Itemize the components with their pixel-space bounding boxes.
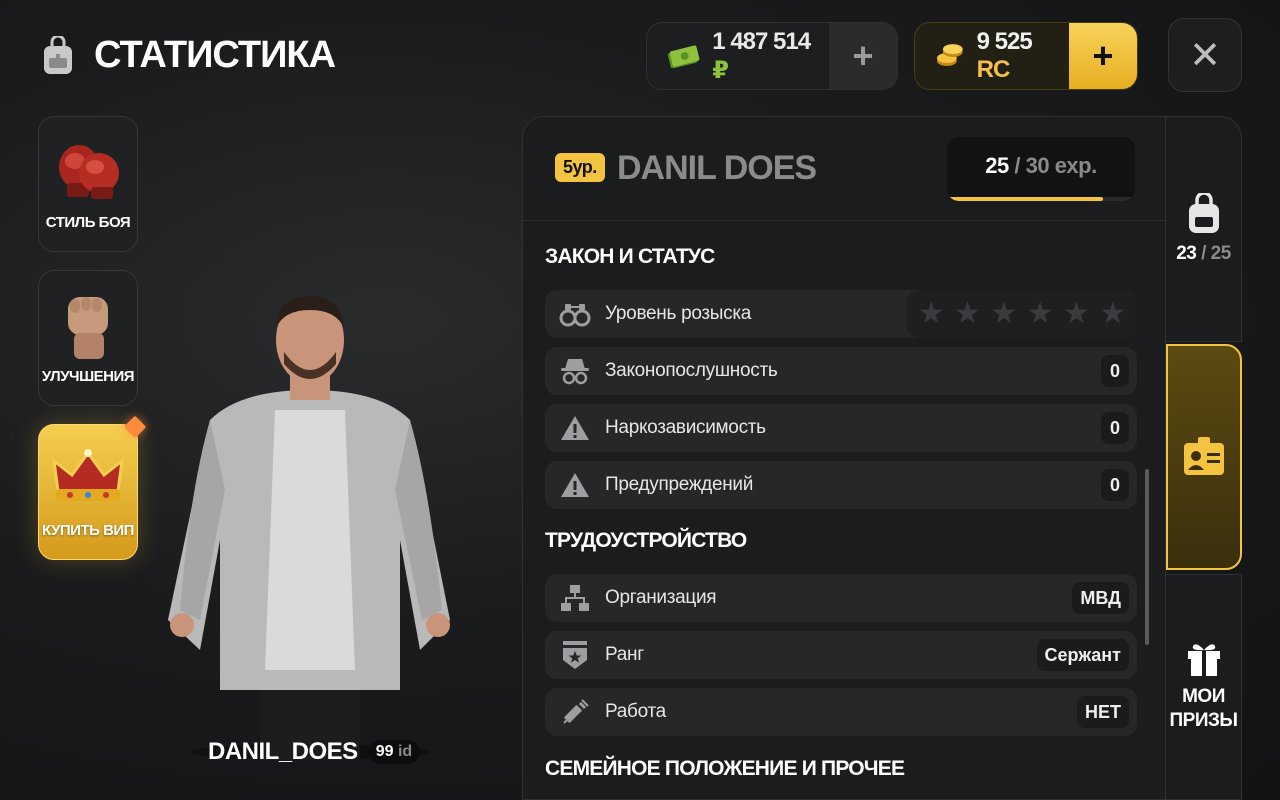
section-law-status: ЗАКОН И СТАТУС — [545, 245, 715, 268]
star-icon: ★ — [1099, 297, 1127, 330]
row-warnings: Предупреждений 0 — [545, 461, 1137, 509]
exp-max: 30 exp. — [1025, 153, 1098, 178]
coins-icon — [936, 44, 963, 66]
upgrades-button[interactable]: УЛУЧШЕНИЯ — [38, 270, 138, 406]
row-drug-addiction: Наркозависимость 0 — [545, 404, 1137, 452]
inventory-separator: / — [1196, 243, 1211, 264]
lawfulness-label: Законопослушность — [605, 360, 778, 381]
wanted-stars: ★ ★ ★ ★ ★ ★ — [907, 290, 1137, 338]
id-card-icon — [1184, 437, 1224, 475]
panel-scrollbar[interactable] — [1145, 469, 1149, 645]
panel-header: 5ур. DANIL DOES 25 / 30 exp. — [523, 117, 1165, 221]
handcuffs-icon — [559, 304, 591, 327]
organization-value: МВД — [1072, 582, 1129, 614]
fist-icon — [68, 297, 108, 359]
tab-my-prizes[interactable]: МОИ ПРИЗЫ — [1166, 574, 1242, 800]
organization-icon — [561, 585, 589, 611]
inventory-max: 25 — [1210, 243, 1232, 264]
star-icon: ★ — [1026, 297, 1054, 330]
job-label: Работа — [605, 701, 666, 722]
boxing-gloves-icon — [59, 145, 119, 199]
gift-icon — [1187, 644, 1220, 676]
my-prizes-line2: ПРИЗЫ — [1169, 710, 1239, 731]
exp-separator: / — [1008, 153, 1026, 178]
row-lawfulness: Законопослушность 0 — [545, 347, 1137, 395]
inventory-current: 23 — [1176, 243, 1197, 264]
character-model — [168, 296, 450, 760]
buy-vip-button[interactable]: КУПИТЬ ВИП — [38, 415, 147, 560]
crown-icon — [52, 449, 124, 501]
close-icon: ✕ — [1189, 34, 1221, 77]
star-icon: ★ — [990, 297, 1018, 330]
tab-inventory[interactable]: 23 / 25 — [1166, 116, 1242, 342]
my-prizes-line1: МОИ — [1182, 686, 1225, 707]
character-name: DANIL_DOES — [208, 738, 358, 765]
star-icon: ★ — [1063, 297, 1090, 330]
buy-vip-label: КУПИТЬ ВИП — [42, 522, 134, 539]
stats-panel: 5ур. DANIL DOES 25 / 30 exp. ЗАКОН И СТА… — [522, 116, 1166, 800]
experience-box: 25 / 30 exp. — [947, 137, 1135, 201]
drug-addiction-label: Наркозависимость — [605, 417, 766, 438]
warnings-label: Предупреждений — [605, 474, 754, 495]
star-icon: ★ — [917, 297, 945, 330]
cash-icon — [667, 45, 700, 68]
backpack-icon — [1188, 193, 1219, 233]
add-rub-button[interactable]: + — [829, 23, 897, 89]
tab-id-card[interactable] — [1166, 344, 1242, 570]
close-button[interactable]: ✕ — [1168, 18, 1242, 92]
exp-progress-bar — [947, 197, 1135, 201]
rub-balance: 1 487 514 ₽ + — [646, 22, 898, 90]
exp-current: 25 — [985, 153, 1009, 178]
rub-amount: 1 487 514 — [712, 27, 811, 55]
player-name: DANIL DOES — [617, 149, 817, 187]
rank-badge-icon — [563, 641, 587, 669]
star-icon: ★ — [954, 297, 981, 330]
rank-value: Сержант — [1036, 639, 1129, 671]
drug-addiction-value: 0 — [1101, 412, 1129, 444]
page-header: СТАТИСТИКА — [40, 34, 336, 77]
incognito-icon — [561, 359, 589, 385]
warnings-value: 0 — [1101, 469, 1129, 501]
new-badge-icon — [123, 415, 147, 439]
player-id-suffix: id — [397, 743, 413, 760]
player-id-number: 99 — [375, 743, 394, 760]
rc-amount: 9 525 — [976, 28, 1033, 55]
page-title: СТАТИСТИКА — [94, 34, 336, 76]
warning-icon — [561, 473, 589, 497]
lawfulness-value: 0 — [1101, 355, 1129, 387]
fight-style-button[interactable]: СТИЛЬ БОЯ — [38, 116, 138, 252]
upgrades-label: УЛУЧШЕНИЯ — [41, 368, 135, 385]
row-job: Работа НЕТ — [545, 688, 1137, 736]
job-value: НЕТ — [1077, 696, 1129, 728]
backpack-icon — [44, 35, 72, 74]
character-nameplate: DANIL_DOES 99 id — [208, 738, 421, 766]
rc-balance: 9 525 RC + — [914, 22, 1138, 90]
row-rank: Ранг Сержант — [545, 631, 1137, 679]
section-employment: ТРУДОУСТРОЙСТВО — [545, 529, 747, 552]
rank-label: Ранг — [605, 644, 644, 665]
section-family: СЕМЕЙНОЕ ПОЛОЖЕНИЕ И ПРОЧЕЕ — [545, 757, 905, 780]
player-id-badge: 99 id — [367, 740, 421, 764]
rub-sign: ₽ — [712, 56, 729, 84]
warning-icon — [561, 416, 589, 440]
level-badge: 5ур. — [555, 153, 605, 182]
row-organization: Организация МВД — [545, 574, 1137, 622]
organization-label: Организация — [605, 587, 717, 608]
rc-sign: RC — [976, 56, 1011, 83]
exp-progress-fill — [947, 197, 1104, 201]
row-wanted-level: Уровень розыска ★ ★ ★ ★ ★ ★ — [545, 290, 1137, 338]
syringe-icon — [563, 699, 589, 724]
add-rc-button[interactable]: + — [1069, 23, 1137, 89]
fight-style-label: СТИЛЬ БОЯ — [45, 214, 131, 231]
